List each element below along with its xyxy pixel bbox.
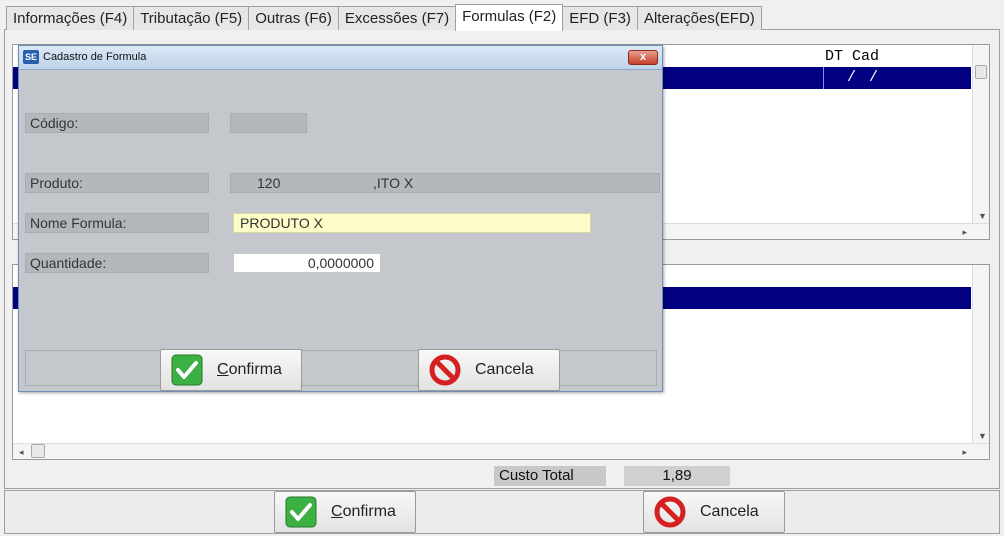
tab-alteracoes-efd[interactable]: Alterações(EFD): [636, 6, 762, 30]
cancel-icon: [429, 354, 461, 386]
produto-code: 120: [257, 175, 281, 191]
scroll-right-arrow-icon[interactable]: ▸: [962, 227, 967, 238]
produto-name: ,ITO X: [373, 175, 414, 191]
tab-excessoes[interactable]: Excessões (F7): [337, 6, 457, 30]
vertical-scrollbar[interactable]: ▼: [972, 45, 989, 223]
cancela-button[interactable]: Cancela: [643, 491, 785, 533]
cadastro-formula-dialog: SE Cadastro de Formula x Código: Produto…: [18, 45, 663, 392]
cell-dt-cad: / /: [847, 69, 881, 86]
tab-formulas[interactable]: Formulas (F2): [455, 4, 564, 31]
quantidade-label: Quantidade:: [25, 253, 209, 273]
app-icon: SE: [23, 50, 39, 64]
scroll-left-arrow-icon[interactable]: ◂: [19, 447, 24, 458]
dialog-cancela-label: Cancela: [475, 361, 534, 378]
nome-formula-label: Nome Formula:: [25, 213, 209, 233]
codigo-field[interactable]: [230, 113, 307, 133]
dialog-title: Cadastro de Formula: [43, 51, 147, 63]
dialog-button-bar: [25, 350, 657, 386]
scrollbar-thumb[interactable]: [31, 444, 45, 458]
vertical-scrollbar[interactable]: ▼: [972, 265, 989, 443]
scroll-right-arrow-icon[interactable]: ▸: [962, 447, 967, 458]
tab-outras[interactable]: Outras (F6): [248, 6, 339, 30]
close-button[interactable]: x: [628, 50, 658, 65]
dialog-titlebar[interactable]: SE Cadastro de Formula x: [19, 46, 662, 70]
horizontal-scrollbar[interactable]: ◂ ▸: [13, 443, 989, 459]
confirma-label: Confirma: [331, 503, 396, 520]
bottom-button-bar: [4, 490, 1000, 534]
custo-total-label: Custo Total: [494, 466, 606, 486]
nome-formula-input[interactable]: PRODUTO X: [233, 213, 591, 233]
scroll-down-arrow-icon[interactable]: ▼: [978, 211, 987, 221]
column-separator: [823, 67, 824, 89]
tab-informacoes[interactable]: Informações (F4): [6, 6, 135, 30]
produto-field[interactable]: 120 ,ITO X: [230, 173, 660, 193]
tab-efd[interactable]: EFD (F3): [562, 6, 638, 30]
column-header-dt-cad[interactable]: DT Cad: [825, 48, 879, 65]
codigo-label: Código:: [25, 113, 209, 133]
tab-tributacao[interactable]: Tributação (F5): [133, 6, 250, 30]
scroll-down-arrow-icon[interactable]: ▼: [978, 431, 987, 441]
confirma-button[interactable]: Confirma: [274, 491, 416, 533]
produto-label: Produto:: [25, 173, 209, 193]
tab-bar: Informações (F4) Tributação (F5) Outras …: [6, 4, 762, 31]
dialog-cancela-button[interactable]: Cancela: [418, 349, 560, 391]
check-icon: [285, 496, 317, 528]
dialog-confirma-button[interactable]: Confirma: [160, 349, 302, 391]
cancela-label: Cancela: [700, 503, 759, 520]
close-icon: x: [639, 51, 647, 63]
dialog-confirma-label: Confirma: [217, 361, 282, 378]
quantidade-input[interactable]: 0,0000000: [233, 253, 381, 273]
check-icon: [171, 354, 203, 386]
custo-total-value: 1,89: [624, 466, 730, 486]
scrollbar-thumb[interactable]: [975, 65, 987, 79]
cancel-icon: [654, 496, 686, 528]
